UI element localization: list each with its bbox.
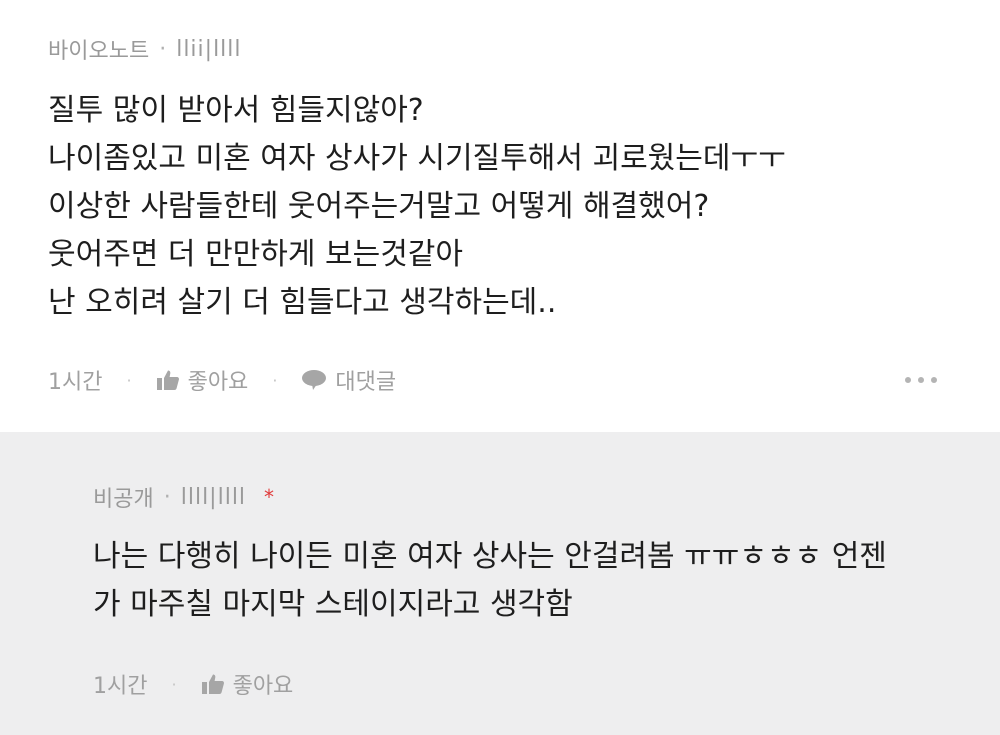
comment-author-id: llii|llll xyxy=(176,36,242,62)
comment-actions: 1시간 · 좋아요 · 대댓글 xyxy=(48,365,938,395)
comment-line: 나이좀있고 미혼 여자 상사가 시기질투해서 괴로웠는데ㅜㅜ xyxy=(48,141,786,176)
reply-time: 1시간 xyxy=(93,674,148,699)
like-button[interactable]: 좋아요 xyxy=(156,364,249,396)
meta-separator: · xyxy=(159,36,167,62)
like-label: 좋아요 xyxy=(232,674,294,699)
comment-author[interactable]: 바이오노트 xyxy=(48,33,149,65)
reply-author-id: llll|llll xyxy=(180,484,247,510)
comment-body: 질투 많이 받아서 힘들지않아? 나이좀있고 미혼 여자 상사가 시기질투해서 괴… xyxy=(48,87,948,327)
meta-separator: · xyxy=(163,484,171,510)
reply-line: 가 마주칠 마지막 스테이지라고 생각함 xyxy=(93,587,573,622)
action-separator: · xyxy=(126,370,132,390)
action-separator: · xyxy=(272,370,278,390)
secret-mark: * xyxy=(264,485,275,509)
more-button[interactable] xyxy=(904,376,938,384)
thumbs-up-icon xyxy=(156,370,179,390)
more-dots-icon xyxy=(905,377,937,383)
comment-meta: 바이오노트 · llii|llll xyxy=(48,33,1000,65)
reply-meta: 비공개 · llll|llll * xyxy=(93,481,1000,513)
comment-line: 난 오히려 살기 더 힘들다고 생각하는데.. xyxy=(48,285,557,320)
reply-like-button[interactable]: 좋아요 xyxy=(201,668,294,700)
reply-button[interactable]: 대댓글 xyxy=(301,364,396,396)
reply-author[interactable]: 비공개 xyxy=(93,481,154,513)
comment-line: 웃어주면 더 만만하게 보는것같아 xyxy=(48,237,464,272)
comment: 바이오노트 · llii|llll 질투 많이 받아서 힘들지않아? 나이좀있고 … xyxy=(0,0,1000,432)
speech-bubble-icon xyxy=(302,370,327,390)
thumbs-up-icon xyxy=(201,674,224,694)
like-label: 좋아요 xyxy=(187,370,249,395)
reply-line: 나는 다행히 나이든 미혼 여자 상사는 안걸려봄 ㅠㅠㅎㅎㅎ 언젠 xyxy=(93,539,887,574)
action-separator: · xyxy=(171,674,177,694)
reply-label: 대댓글 xyxy=(335,370,397,395)
comment-line: 이상한 사람들한테 웃어주는거말고 어떻게 해결했어? xyxy=(48,189,710,224)
reply-actions: 1시간 · 좋아요 xyxy=(93,669,293,699)
comment-time: 1시간 xyxy=(48,370,103,395)
reply-body: 나는 다행히 나이든 미혼 여자 상사는 안걸려봄 ㅠㅠㅎㅎㅎ 언젠가 마주칠 … xyxy=(93,533,973,629)
reply: 비공개 · llll|llll * 나는 다행히 나이든 미혼 여자 상사는 안… xyxy=(0,432,1000,735)
comment-line: 질투 많이 받아서 힘들지않아? xyxy=(48,93,424,128)
